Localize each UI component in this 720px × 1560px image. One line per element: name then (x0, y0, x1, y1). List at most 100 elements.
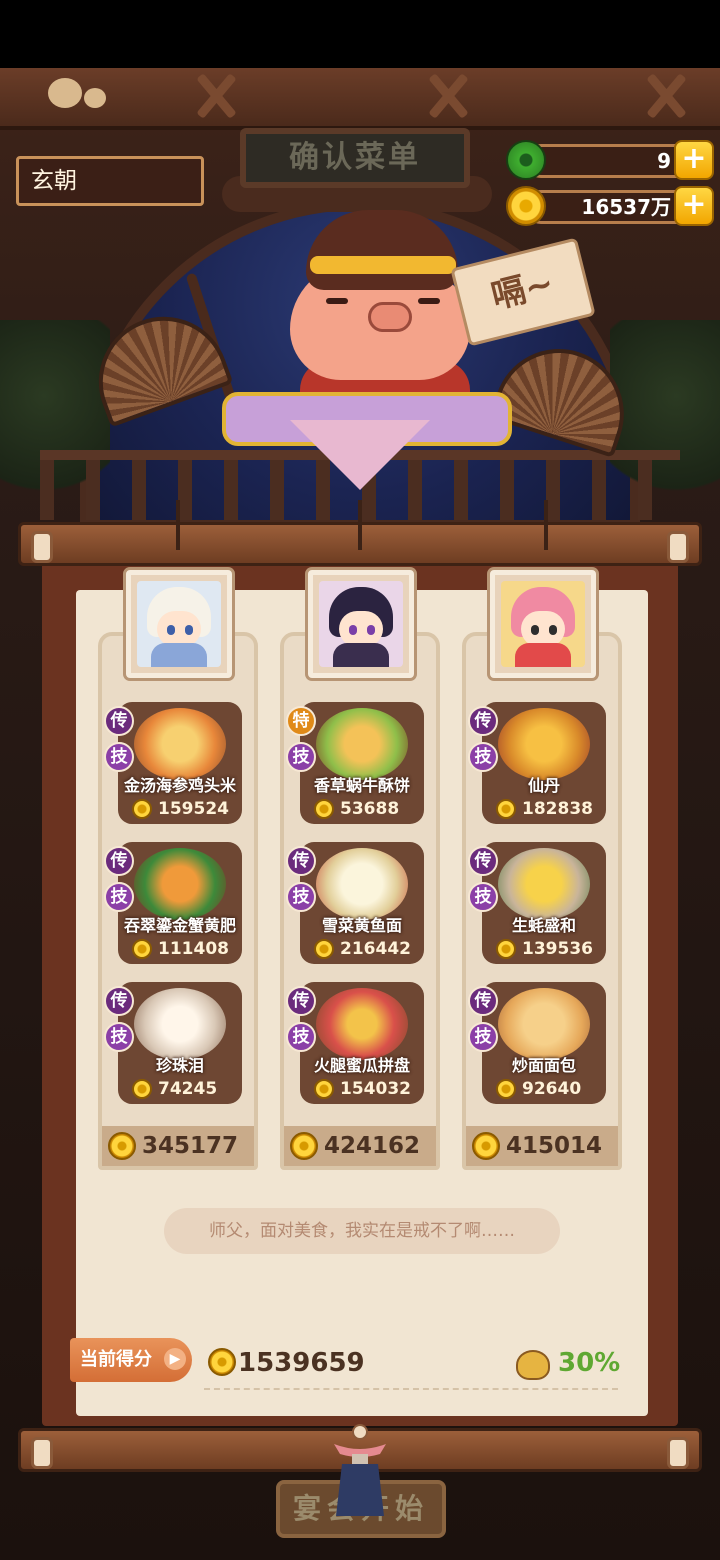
dish-card[interactable]: 生蚝盛和 139536 (482, 842, 606, 964)
menu-confirm-sign: 确认菜单 (240, 128, 470, 188)
coin-icon (132, 799, 152, 819)
dotted-divider (204, 1388, 618, 1390)
column-total: 415014 (466, 1126, 618, 1166)
dish-card[interactable]: 金汤海参鸡头米 159524 (118, 702, 242, 824)
chick-decoration (44, 74, 110, 112)
guest-avatar (501, 581, 585, 667)
dish-card[interactable]: 雪菜黄鱼面 216442 (300, 842, 424, 964)
dish-image (134, 708, 226, 780)
dish-image (498, 988, 590, 1060)
skill-badge: 技 (468, 1022, 498, 1052)
coin-icon (496, 799, 516, 819)
dish-score: 92640 (488, 1077, 600, 1101)
dish-image (316, 848, 408, 920)
legendary-badge: 传 (468, 846, 498, 876)
dish-card[interactable]: 火腿蜜瓜拼盘 154032 (300, 982, 424, 1104)
guest-avatar (319, 581, 403, 667)
current-score: 1539659 (208, 1346, 365, 1380)
legendary-badge: 传 (104, 706, 134, 736)
column-total-value: 415014 (506, 1133, 603, 1159)
current-score-label[interactable]: 当前得分 ▶ (70, 1338, 192, 1382)
golden-headband (310, 256, 456, 274)
pig-snout (368, 302, 412, 332)
dish-image (316, 988, 408, 1060)
dish-score: 53688 (306, 797, 418, 821)
dish-name: 生蚝盛和 (511, 916, 576, 935)
dish-name: 雪菜黄鱼面 (321, 916, 402, 935)
skill-badge: 技 (286, 1022, 316, 1052)
dish-score: 159524 (124, 797, 236, 821)
coin-icon (314, 799, 334, 819)
jade-currency: 9 + (506, 140, 714, 180)
current-score-value: 1539659 (238, 1348, 365, 1378)
dish-name: 火腿蜜瓜拼盘 (313, 1056, 410, 1075)
skill-badge: 技 (468, 742, 498, 772)
dish-name: 金汤海参鸡头米 (123, 776, 236, 795)
coin-icon (132, 939, 152, 959)
pig-eye (326, 298, 348, 304)
dish-card[interactable]: 香草蜗牛酥饼 53688 (300, 702, 424, 824)
dish-score: 139536 (488, 937, 600, 961)
column-total: 345177 (102, 1126, 254, 1166)
coin-icon (132, 1079, 152, 1099)
dish-image (134, 988, 226, 1060)
coin-amount: 16537万 (524, 190, 684, 224)
dish-image (498, 848, 590, 920)
hanging-string (358, 500, 362, 550)
skill-badge: 技 (286, 882, 316, 912)
dish-score: 154032 (306, 1077, 418, 1101)
legendary-badge: 传 (286, 986, 316, 1016)
add-jade-button[interactable]: + (674, 140, 714, 180)
beam-cross-decoration (640, 74, 692, 116)
guest-avatar (137, 581, 221, 667)
pig-eye (418, 298, 440, 304)
special-badge: 特 (286, 706, 316, 736)
coin-icon (472, 1132, 500, 1160)
dish-score: 74245 (124, 1077, 236, 1101)
dish-name: 珍珠泪 (155, 1056, 204, 1075)
skill-badge: 技 (104, 882, 134, 912)
legendary-badge: 传 (468, 706, 498, 736)
dish-name: 吞翠鎏金蟹黄肥 (123, 916, 236, 935)
coin-icon (108, 1132, 136, 1160)
dish-image (316, 708, 408, 780)
coin-icon (314, 1079, 334, 1099)
tassel-decoration (334, 1424, 386, 1516)
dish-card[interactable]: 珍珠泪 74245 (118, 982, 242, 1104)
dish-card[interactable]: 仙丹 182838 (482, 702, 606, 824)
dish-image (134, 848, 226, 920)
guest-portrait-2[interactable] (308, 570, 414, 678)
dish-name: 仙丹 (527, 776, 560, 795)
dish-name: 炒面面包 (511, 1056, 576, 1075)
hanging-string (176, 500, 180, 550)
skill-badge: 技 (286, 742, 316, 772)
bonus-percent: 30% (558, 1348, 621, 1378)
coin-icon (506, 186, 546, 226)
coin-icon (496, 939, 516, 959)
coin-icon (208, 1348, 236, 1376)
coin-icon (496, 1079, 516, 1099)
beam-cross-decoration (422, 74, 474, 116)
play-arrow-icon: ▶ (164, 1348, 186, 1370)
legendary-badge: 传 (104, 986, 134, 1016)
add-coins-button[interactable]: + (674, 186, 714, 226)
dish-score: 216442 (306, 937, 418, 961)
skill-badge: 技 (468, 882, 498, 912)
coin-icon (314, 939, 334, 959)
guest-portrait-1[interactable] (126, 570, 232, 678)
coin-currency: 16537万 + (506, 186, 714, 226)
hanging-string (544, 500, 548, 550)
skill-badge: 技 (104, 1022, 134, 1052)
bonus-chick-icon (516, 1350, 550, 1380)
guest-portrait-3[interactable] (490, 570, 596, 678)
dish-name: 香草蜗牛酥饼 (313, 776, 410, 795)
jade-amount: 9 (524, 144, 684, 178)
dish-card[interactable]: 吞翠鎏金蟹黄肥 111408 (118, 842, 242, 964)
legendary-badge: 传 (286, 846, 316, 876)
legendary-badge: 传 (468, 986, 498, 1016)
guest-quote-bubble: 师父，面对美食，我实在是戒不了啊…… (164, 1208, 560, 1254)
dish-score: 182838 (488, 797, 600, 821)
dish-card[interactable]: 炒面面包 92640 (482, 982, 606, 1104)
dish-image (498, 708, 590, 780)
dish-score: 111408 (124, 937, 236, 961)
